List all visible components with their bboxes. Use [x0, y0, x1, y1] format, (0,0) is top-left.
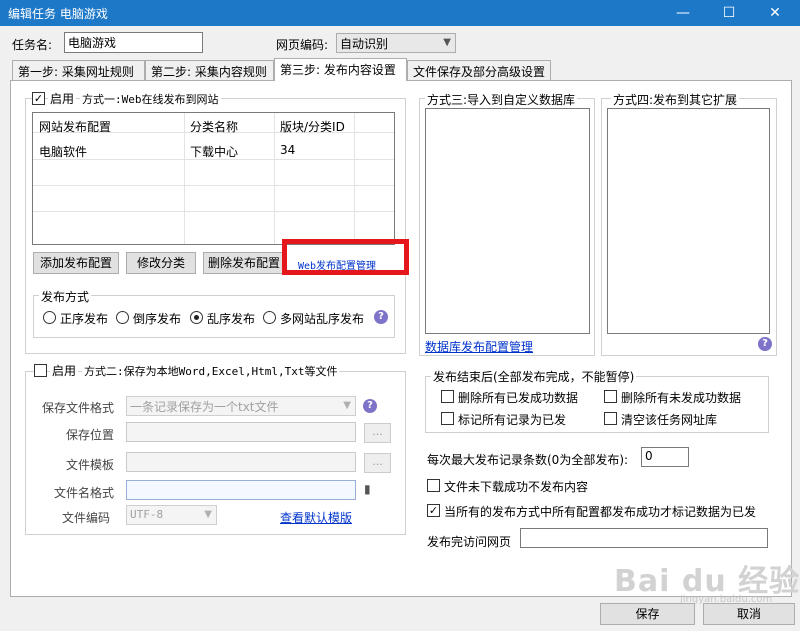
after-publish-option-label: 删除所有未发成功数据 — [621, 391, 742, 405]
chevron-down-icon: ▼ — [343, 400, 351, 411]
publish-mode-label: 正序发布 — [60, 312, 109, 326]
column-header: 网站发布配置 — [39, 120, 112, 134]
task-name-input[interactable]: 电脑游戏 — [64, 32, 203, 53]
browse-location-button[interactable]: ... — [364, 423, 391, 443]
chevron-down-icon: ▼ — [204, 509, 212, 520]
after-publish-option-label: 删除所有已发成功数据 — [458, 391, 579, 405]
save-format-select[interactable]: 一条记录保存为一个txt文件 ▼ — [126, 396, 356, 416]
file-encoding-value: UTF-8 — [130, 508, 164, 521]
db-config-manage-link[interactable]: 数据库发布配置管理 — [425, 338, 533, 355]
column-divider — [274, 113, 275, 244]
save-button[interactable]: 保存 — [600, 603, 695, 625]
encoding-value: 自动识别 — [340, 37, 389, 51]
help-icon[interactable]: ? — [758, 337, 772, 351]
delete-config-button[interactable]: 删除发布配置 — [203, 252, 285, 274]
publish-mode-radio-random[interactable] — [190, 311, 203, 324]
column-divider — [184, 113, 185, 244]
save-location-label: 保存位置 — [66, 428, 115, 442]
mark-all-sent-checkbox[interactable] — [441, 412, 454, 425]
after-publish-title: 发布结束后(全部发布完成，不能暂停) — [431, 368, 637, 385]
window-title: 编辑任务 电脑游戏 — [8, 7, 108, 21]
table-cell: 34 — [280, 143, 296, 157]
add-config-button[interactable]: 添加发布配置 — [33, 252, 119, 274]
method4-listbox[interactable] — [607, 108, 770, 334]
help-icon[interactable]: ? — [363, 399, 377, 413]
close-icon[interactable]: ✕ — [752, 0, 798, 26]
encoding-label: 网页编码: — [276, 38, 329, 52]
publish-mode-label: 乱序发布 — [207, 312, 256, 326]
column-header: 版块/分类ID — [280, 120, 345, 134]
title-bar: 编辑任务 电脑游戏 — ☐ ✕ — [0, 0, 800, 26]
method1-enable-label: 启用 — [48, 90, 77, 107]
after-publish-option-label: 清空该任务网址库 — [621, 413, 718, 427]
column-divider — [354, 113, 355, 244]
chevron-down-icon: ▼ — [443, 37, 451, 48]
visit-url-input[interactable] — [520, 528, 768, 548]
method2-enable-label: 启用 — [50, 362, 79, 379]
publish-mode-label: 多网站乱序发布 — [280, 312, 365, 326]
encoding-select[interactable]: 自动识别 ▼ — [336, 33, 456, 53]
edit-icon[interactable]: ▮ — [364, 482, 371, 496]
visit-url-label: 发布完访问网页 — [427, 535, 512, 549]
method1-title: 方式一:Web在线发布到网站 — [80, 91, 221, 107]
after-publish-option-label: 标记所有记录为已发 — [458, 413, 567, 427]
method2-title: 方式二:保存为本地Word,Excel,Html,Txt等文件 — [82, 363, 340, 379]
task-name-label: 任务名: — [12, 38, 53, 52]
skip-unfinished-checkbox[interactable] — [427, 479, 440, 492]
help-icon[interactable]: ? — [374, 310, 388, 324]
publish-mode-radio-forward[interactable] — [43, 311, 56, 324]
delete-success-checkbox[interactable] — [441, 390, 454, 403]
skip-unfinished-label: 文件未下载成功不发布内容 — [444, 480, 589, 494]
mark-all-success-checkbox[interactable]: ✓ — [427, 504, 440, 517]
filename-format-label: 文件名格式 — [54, 486, 115, 500]
column-header: 分类名称 — [190, 120, 239, 134]
file-encoding-label: 文件编码 — [62, 511, 111, 525]
save-format-label: 保存文件格式 — [42, 401, 115, 415]
publish-mode-radio-reverse[interactable] — [116, 311, 129, 324]
highlight-box — [282, 239, 409, 275]
clear-url-db-checkbox[interactable] — [604, 412, 617, 425]
view-default-template-link[interactable]: 查看默认模版 — [280, 509, 352, 526]
maximize-icon[interactable]: ☐ — [706, 0, 752, 26]
max-records-input[interactable]: 0 — [641, 447, 689, 467]
delete-failed-checkbox[interactable] — [604, 390, 617, 403]
save-location-input[interactable] — [126, 422, 356, 442]
row-divider — [33, 185, 394, 186]
row-divider — [33, 211, 394, 212]
tab-step3[interactable]: 第三步: 发布内容设置 — [274, 58, 407, 81]
publish-mode-title: 发布方式 — [39, 288, 92, 305]
minimize-icon[interactable]: — — [660, 0, 706, 26]
table-cell: 下载中心 — [190, 145, 239, 159]
modify-category-button[interactable]: 修改分类 — [126, 252, 196, 274]
tab-step2[interactable]: 第二步: 采集内容规则 — [145, 60, 274, 80]
tab-advanced[interactable]: 文件保存及部分高级设置 — [407, 60, 551, 80]
publish-mode-radio-multisite[interactable] — [263, 311, 276, 324]
table-cell: 电脑软件 — [39, 145, 88, 159]
method3-listbox[interactable] — [425, 108, 590, 334]
tab-step1[interactable]: 第一步: 采集网址规则 — [12, 60, 145, 80]
method2-enable-checkbox[interactable] — [34, 364, 47, 377]
publish-mode-label: 倒序发布 — [133, 312, 182, 326]
browse-template-button[interactable]: ... — [364, 453, 391, 473]
file-template-input[interactable] — [126, 452, 356, 472]
method1-enable-checkbox[interactable]: ✓ — [32, 92, 45, 105]
mark-all-success-label: 当所有的发布方式中所有配置都发布成功才标记数据为已发 — [444, 505, 757, 519]
file-template-label: 文件模板 — [66, 458, 115, 472]
save-format-value: 一条记录保存为一个txt文件 — [130, 400, 279, 414]
method4-title: 方式四:发布到其它扩展 — [611, 91, 740, 108]
cancel-button[interactable]: 取消 — [703, 603, 795, 625]
filename-format-input[interactable] — [126, 480, 356, 500]
max-records-label: 每次最大发布记录条数(0为全部发布): — [427, 453, 629, 467]
file-encoding-select[interactable]: UTF-8 ▼ — [126, 505, 217, 525]
method3-title: 方式三:导入到自定义数据库 — [425, 91, 578, 108]
